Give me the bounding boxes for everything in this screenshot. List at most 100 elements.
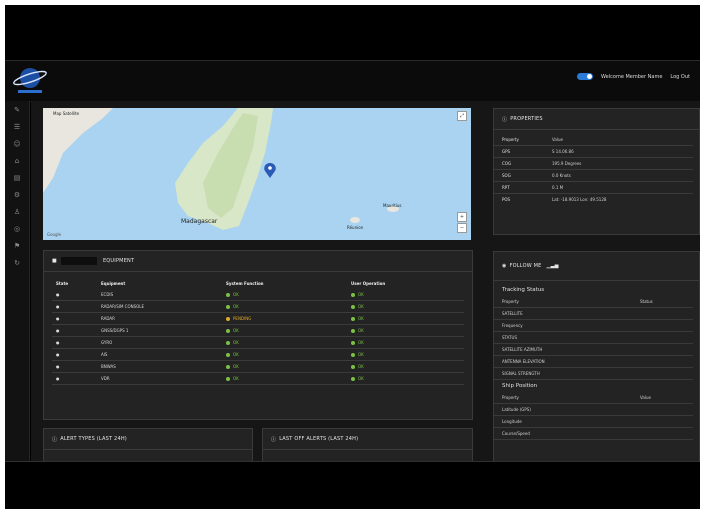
system-function-status: OK xyxy=(222,336,347,349)
property-key: RPT xyxy=(502,185,510,190)
properties-panel: ⓘ PROPERTIES Property Value GPS S 14.06.8… xyxy=(493,108,700,235)
status-dot-icon xyxy=(226,305,230,309)
gear-icon[interactable]: ⚙ xyxy=(5,186,29,203)
table-row[interactable]: ● RADAR PENDING OK xyxy=(52,312,464,325)
property-row: GPS S 14.06.86 xyxy=(494,146,693,158)
user-icon[interactable]: ♙ xyxy=(5,203,29,220)
map-country-label: Madagascar xyxy=(181,218,218,225)
alert-icon: ⓘ xyxy=(271,436,277,443)
user-operation-status: OK xyxy=(347,324,464,337)
company-logo xyxy=(13,68,47,93)
user-operation-status: OK xyxy=(347,360,464,373)
state-indicator: ● xyxy=(52,324,97,337)
user-operation-status: OK xyxy=(347,372,464,385)
table-row[interactable]: ● BNWAS OK OK xyxy=(52,360,464,373)
status-dot-icon xyxy=(351,341,355,345)
state-indicator: ● xyxy=(52,300,97,313)
system-function-status: OK xyxy=(222,289,347,301)
col-status: Status xyxy=(640,299,653,304)
table-row[interactable]: ● ECDIS OK OK xyxy=(52,289,464,301)
system-function-status: OK xyxy=(222,324,347,337)
col-system-function: System Function xyxy=(226,281,264,286)
table-row[interactable]: ● VDR OK OK xyxy=(52,372,464,385)
status-dot-icon xyxy=(226,377,230,381)
status-dot-icon xyxy=(351,377,355,381)
alert-types-title-text: ALERT TYPES (LAST 24H) xyxy=(60,436,127,442)
map-place-label: Réunion xyxy=(347,225,364,230)
equipment-name: GYRO xyxy=(97,336,222,349)
status-text: OK xyxy=(358,328,364,333)
table-row[interactable]: ● RADAR/SIM CONSOLE OK OK xyxy=(52,300,464,313)
state-indicator: ● xyxy=(52,336,97,349)
top-bar: Welcome Member Name Log Out xyxy=(5,60,700,102)
fullscreen-icon[interactable]: ⤢ xyxy=(457,111,467,121)
tracking-rows: SATELLITE Frequency STATUS SATELLITE AZIMUT… xyxy=(494,308,693,380)
status-text: OK xyxy=(233,376,239,381)
status-dot-icon xyxy=(226,353,230,357)
app-window: Welcome Member Name Log Out ✎ ☰ ☺ ⌂ ▤ ⚙ … xyxy=(5,5,700,509)
status-dot-icon xyxy=(351,353,355,357)
zoom-out-button[interactable]: − xyxy=(457,223,467,233)
user-operation-status: OK xyxy=(347,300,464,313)
map-view[interactable]: Map Satellite Madagascar Mauritius Réuni… xyxy=(43,108,471,240)
zoom-in-button[interactable]: + xyxy=(457,212,467,222)
equipment-name: RADAR/SIM CONSOLE xyxy=(97,300,222,313)
table-row[interactable]: ● AIS OK OK xyxy=(52,348,464,361)
last-alerts-title-text: LAST OFF ALERTS (LAST 24H) xyxy=(279,436,359,442)
flag-icon[interactable]: ⚑ xyxy=(5,237,29,254)
property-key: GPS xyxy=(502,149,511,154)
state-indicator: ● xyxy=(52,372,97,385)
state-indicator: ● xyxy=(52,360,97,373)
property-value: 0.0 Knots xyxy=(552,173,571,178)
logout-link[interactable]: Log Out xyxy=(670,74,690,80)
table-header: State Equipment System Function User Ope… xyxy=(52,278,464,289)
table-row[interactable]: ● GNSS/DGPS 1 OK OK xyxy=(52,324,464,337)
user-operation-status: OK xyxy=(347,348,464,361)
col-state: State xyxy=(56,281,69,286)
properties-header: Property Value xyxy=(494,134,693,146)
col-property: Property xyxy=(502,395,519,400)
status-dot-icon xyxy=(351,293,355,297)
property-row: SOG 0.0 Knots xyxy=(494,170,693,182)
ship-position-title: Ship Position xyxy=(502,383,538,389)
tracking-row: STATUS xyxy=(494,332,693,344)
equipment-name: GNSS/DGPS 1 xyxy=(97,324,222,337)
refresh-icon[interactable]: ↻ xyxy=(5,254,29,271)
property-row: COG 195.9 Degrees xyxy=(494,158,693,170)
list-icon[interactable]: ☰ xyxy=(5,118,29,135)
table-row[interactable]: ● GYRO OK OK xyxy=(52,336,464,349)
equipment-table: State Equipment System Function User Ope… xyxy=(52,278,464,385)
follow-me-title: ◉ FOLLOW ME ▁▃▅ xyxy=(494,252,699,281)
status-text: OK xyxy=(233,352,239,357)
users-icon[interactable]: ☺ xyxy=(5,135,29,152)
chart-icon[interactable]: ▤ xyxy=(5,169,29,186)
status-text: OK xyxy=(358,364,364,369)
map-attribution: Google xyxy=(47,232,62,237)
col-property: Property xyxy=(502,137,519,142)
lock-icon[interactable]: ⌂ xyxy=(5,152,29,169)
user-name[interactable]: Welcome Member Name xyxy=(601,74,662,80)
system-function-status: OK xyxy=(222,372,347,385)
property-value: 195.9 Degrees xyxy=(552,161,582,166)
system-function-status: PENDING xyxy=(222,312,347,325)
status-text: PENDING xyxy=(233,316,252,321)
equipment-name: AIS xyxy=(97,348,222,361)
tracking-row: SATELLITE xyxy=(494,308,693,320)
user-operation-status: OK xyxy=(347,289,464,301)
tracking-header: Property Status xyxy=(494,296,693,308)
info-icon: ⓘ xyxy=(502,116,508,123)
pencil-icon[interactable]: ✎ xyxy=(5,101,29,118)
alert-icon: ⓘ xyxy=(52,436,58,443)
vessel-name-field xyxy=(60,257,97,265)
globe-icon[interactable]: ◎ xyxy=(5,220,29,237)
equipment-name: VDR xyxy=(97,372,222,385)
col-user-operation: User Operation xyxy=(351,281,386,286)
ship-rows: Latitude (GPS) Longitude Course/Speed xyxy=(494,404,693,440)
status-text: OK xyxy=(358,316,364,321)
last-alerts-title: ⓘ LAST OFF ALERTS (LAST 24H) xyxy=(263,429,472,450)
status-text: OK xyxy=(358,292,364,297)
state-indicator: ● xyxy=(52,348,97,361)
theme-toggle[interactable] xyxy=(577,73,594,80)
status-dot-icon xyxy=(226,317,230,321)
map-type-toggle[interactable]: Map Satellite xyxy=(53,111,79,116)
